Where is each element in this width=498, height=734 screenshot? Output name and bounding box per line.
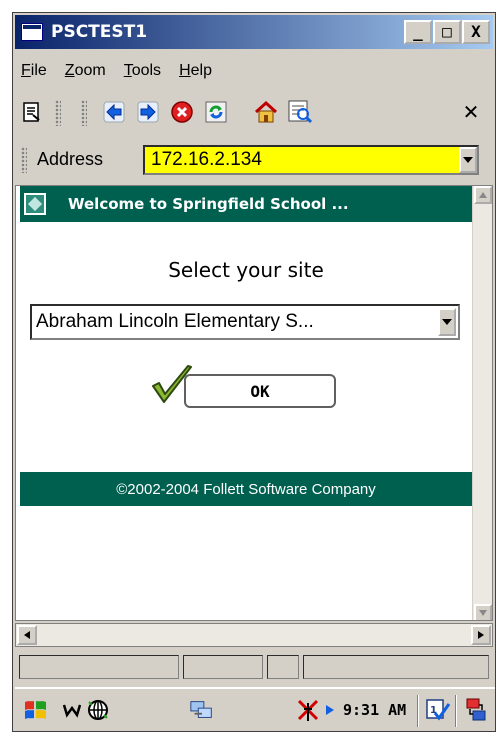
horizontal-scrollbar[interactable] <box>15 623 493 647</box>
status-cell-main <box>19 655 179 679</box>
taskbar-separator <box>417 695 419 727</box>
toolbar-grip-2[interactable] <box>81 100 87 126</box>
maximize-button[interactable]: □ <box>433 20 461 44</box>
home-icon[interactable] <box>251 97 281 127</box>
menu-tools[interactable]: Tools <box>124 62 161 80</box>
checkmark-note-icon[interactable]: 1 <box>425 697 451 723</box>
chevron-down-icon <box>463 157 473 163</box>
network-icon[interactable] <box>189 697 215 723</box>
scroll-right-icon[interactable] <box>471 625 491 645</box>
scroll-up-icon[interactable] <box>474 186 492 204</box>
address-value[interactable]: 172.16.2.134 <box>151 149 459 171</box>
status-cell-2 <box>183 655 263 679</box>
select-site-heading: Select your site <box>168 258 324 282</box>
windows-flag-icon[interactable] <box>23 697 49 723</box>
status-bar <box>15 653 493 681</box>
stop-icon[interactable] <box>167 97 197 127</box>
address-label: Address <box>37 149 104 169</box>
sync-icon[interactable] <box>463 697 489 723</box>
app-window-icon <box>21 23 43 41</box>
menu-file[interactable]: File <box>21 62 47 80</box>
copyright-banner: ©2002-2004 Follett Software Company <box>20 472 472 506</box>
volume-icon[interactable] <box>323 697 337 723</box>
menu-bar: File Zoom Tools Help <box>15 57 224 85</box>
address-dropdown-button[interactable] <box>459 147 477 173</box>
close-browser-button[interactable]: ✕ <box>453 96 489 128</box>
site-select-value[interactable]: Abraham Lincoln Elementary S... <box>36 311 438 333</box>
refresh-icon[interactable] <box>201 97 231 127</box>
scroll-down-icon[interactable] <box>474 604 492 620</box>
back-arrow-icon[interactable] <box>99 97 129 127</box>
taskbar: 9:31 AM 1 <box>15 687 495 731</box>
page-content: Welcome to Springfield School ... Select… <box>15 185 493 621</box>
site-select[interactable]: Abraham Lincoln Elementary S... <box>30 304 460 340</box>
favorites-icon[interactable] <box>285 97 315 127</box>
forward-arrow-icon[interactable] <box>133 97 163 127</box>
window-title: PSCTEST1 <box>51 22 148 42</box>
menu-help[interactable]: Help <box>179 62 212 80</box>
title-bar: PSCTEST1 _ □ X <box>15 15 493 49</box>
menu-zoom[interactable]: Zoom <box>65 62 106 80</box>
clock[interactable]: 9:31 AM <box>343 701 406 719</box>
chevron-down-icon <box>442 319 452 325</box>
address-input[interactable]: 172.16.2.134 <box>143 145 479 175</box>
w-icon[interactable] <box>59 697 85 723</box>
close-window-button[interactable]: X <box>462 20 490 44</box>
address-grip[interactable] <box>21 147 27 173</box>
site-dropdown-button[interactable] <box>438 308 456 336</box>
globe-icon[interactable] <box>85 697 111 723</box>
scroll-left-icon[interactable] <box>17 625 37 645</box>
toolbar-grip[interactable] <box>55 100 61 126</box>
caption-buttons: _ □ X <box>403 20 490 44</box>
welcome-title: Welcome to Springfield School ... <box>68 195 349 213</box>
antenna-icon[interactable] <box>295 697 321 723</box>
vertical-scrollbar[interactable] <box>472 186 492 620</box>
taskbar-separator-2 <box>455 695 457 727</box>
school-logo-icon <box>24 193 46 215</box>
toolbar: ✕ <box>15 93 493 133</box>
minimize-button[interactable]: _ <box>404 20 432 44</box>
browser-window: PSCTEST1 _ □ X File Zoom Tools Help ✕ Ad… <box>12 12 496 732</box>
address-bar: Address 172.16.2.134 <box>15 141 493 179</box>
page-icon[interactable] <box>17 97 47 127</box>
welcome-banner: Welcome to Springfield School ... <box>20 186 472 222</box>
status-cell-4 <box>303 655 489 679</box>
ok-button[interactable]: OK <box>184 374 336 408</box>
status-cell-3 <box>267 655 299 679</box>
copyright-text: ©2002-2004 Follett Software Company <box>116 480 376 498</box>
